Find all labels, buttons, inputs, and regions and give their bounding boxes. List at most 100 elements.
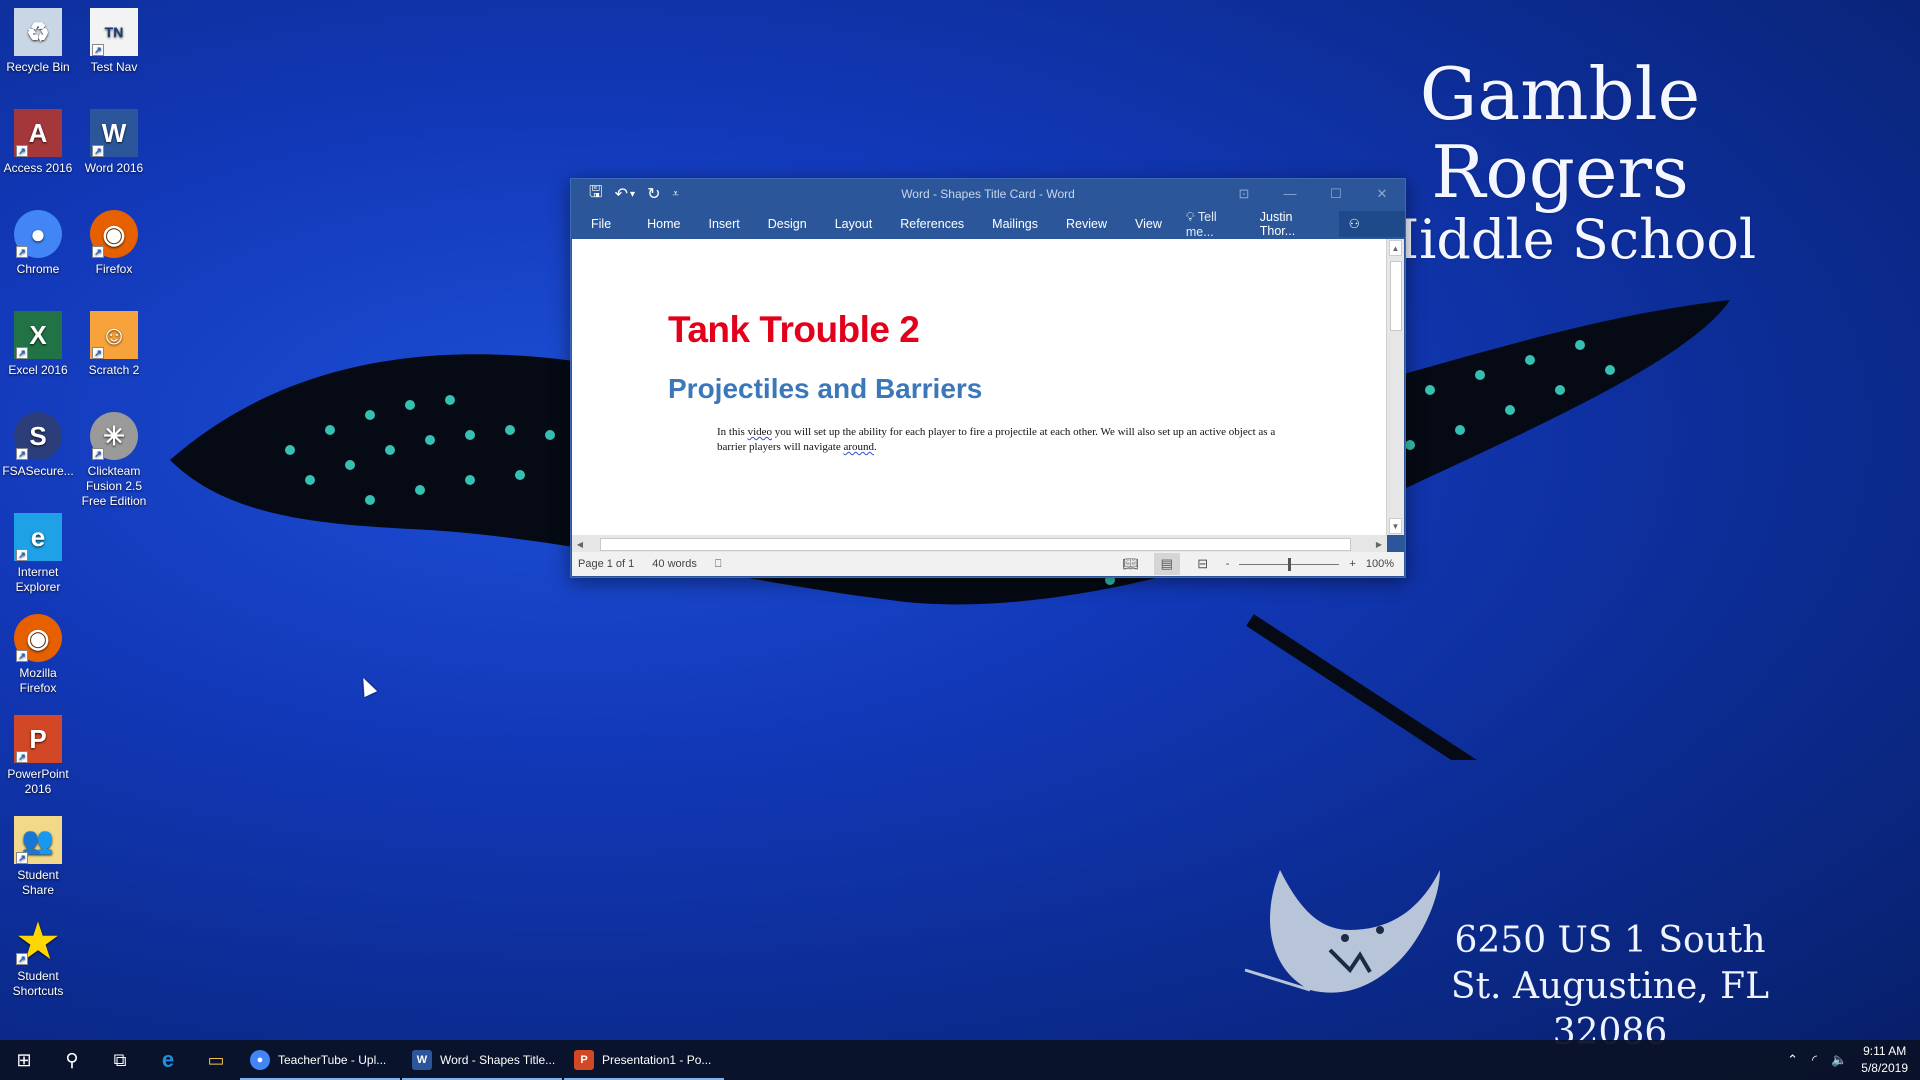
taskbar-apps: ● TeacherTube - Upl... W Word - Shapes Titl… — [240, 1040, 724, 1080]
vertical-scroll-thumb[interactable] — [1390, 261, 1402, 331]
shortcut-arrow-icon: ↗ — [16, 246, 28, 258]
tab-mailings[interactable]: Mailings — [978, 217, 1052, 231]
zoom-out-button[interactable]: - — [1226, 558, 1230, 570]
desktop-icon[interactable]: ✳ ↗ Clickteam Fusion 2.5 Free Edition — [76, 412, 152, 509]
file-explorer-button[interactable]: ▭ — [192, 1040, 240, 1080]
student-share-icon: 👥 ↗ — [14, 816, 62, 864]
page-count[interactable]: Page 1 of 1 — [578, 558, 634, 570]
spelling-flagged-word[interactable]: video — [748, 426, 772, 438]
ribbon-display-options-icon[interactable]: ⊡ — [1221, 179, 1267, 209]
tab-layout[interactable]: Layout — [821, 217, 887, 231]
network-icon[interactable]: ◜ — [1812, 1052, 1817, 1068]
account-user[interactable]: Justin Thor... — [1252, 210, 1337, 238]
access-icon: A ↗ — [14, 109, 62, 157]
desktop-icon[interactable]: X ↗ Excel 2016 — [0, 311, 76, 378]
desktop-icon-label: Recycle Bin — [6, 60, 70, 74]
school-address: 6250 US 1 South St. Augustine, FL 32086 — [1400, 918, 1820, 1056]
shortcut-arrow-icon: ↗ — [92, 44, 104, 56]
show-hidden-icons-chevron-icon[interactable]: ⌃ — [1787, 1052, 1798, 1068]
desktop-icon[interactable]: ☺ ↗ Scratch 2 — [76, 311, 152, 378]
excel-icon: X ↗ — [14, 311, 62, 359]
shortcut-arrow-icon: ↗ — [16, 953, 28, 965]
scroll-right-arrow-icon[interactable]: ▶ — [1371, 540, 1387, 549]
maximize-icon[interactable]: ☐ — [1313, 179, 1359, 209]
window-controls: ⊡ — ☐ ✕ — [1221, 179, 1405, 209]
desktop-icon[interactable]: ◉ ↗ Firefox — [76, 210, 152, 277]
desktop-icon[interactable]: ★ ↗ Student Shortcuts — [0, 917, 76, 999]
share-button[interactable]: ⚇ Share — [1338, 211, 1406, 257]
taskbar: ⊞ ⚲ ⧉ e ▭ ● TeacherTube - Upl... W Word - S… — [0, 1040, 1920, 1080]
tab-insert[interactable]: Insert — [695, 217, 754, 231]
scroll-left-arrow-icon[interactable]: ◀ — [572, 540, 588, 549]
desktop-icon[interactable]: TN ↗ Test Nav — [76, 8, 152, 75]
read-mode-icon[interactable]: 📖︎ — [1118, 553, 1144, 575]
tab-file[interactable]: File — [571, 217, 633, 231]
start-button[interactable]: ⊞ — [0, 1040, 48, 1080]
tab-review[interactable]: Review — [1052, 217, 1121, 231]
tab-design[interactable]: Design — [754, 217, 821, 231]
volume-icon[interactable]: 🔈 — [1831, 1052, 1847, 1068]
search-icon: ⚲ — [65, 1049, 79, 1070]
desktop-icon[interactable]: W ↗ Word 2016 — [76, 109, 152, 176]
taskbar-app-label: Presentation1 - Po... — [602, 1053, 712, 1067]
minimize-icon[interactable]: — — [1267, 179, 1313, 209]
windows-logo-icon: ⊞ — [16, 1049, 32, 1070]
print-layout-icon[interactable]: ▤ — [1153, 553, 1180, 575]
proofing-icon[interactable]: ⎕ — [715, 558, 722, 571]
word-count[interactable]: 40 words — [652, 558, 697, 570]
status-bar: Page 1 of 1 40 words ⎕ 📖︎ ▤ ⊟ - + 100% — [572, 552, 1404, 576]
tell-me-search[interactable]: 💡︎ Tell me... — [1180, 210, 1252, 239]
ribbon-tabs: File Home Insert Design Layout Reference… — [571, 209, 1406, 257]
desktop-icon-label: Chrome — [16, 262, 60, 276]
word-window[interactable]: 🖫 ↶ ▾ ↻ ⩡ Word - Shapes Title Card - Wor… — [570, 178, 1406, 578]
tab-view[interactable]: View — [1121, 217, 1176, 231]
undo-icon[interactable]: ↶ — [615, 184, 628, 204]
task-view-button[interactable]: ⧉ — [96, 1040, 144, 1080]
word-icon: W ↗ — [90, 109, 138, 157]
undo-dropdown-icon[interactable]: ▾ — [630, 189, 635, 200]
desktop-icon[interactable]: ● ↗ Chrome — [0, 210, 76, 277]
save-icon[interactable]: 🖫 — [589, 181, 603, 208]
search-button[interactable]: ⚲ — [48, 1040, 96, 1080]
zoom-level[interactable]: 100% — [1366, 558, 1394, 570]
desktop-icon[interactable]: P ↗ PowerPoint 2016 — [0, 715, 76, 797]
document-subtitle: Projectiles and Barriers — [668, 373, 983, 404]
spelling-flagged-word[interactable]: around — [843, 441, 874, 453]
desktop-icon-label: Internet Explorer — [15, 565, 61, 594]
edge-taskbar-button[interactable]: e — [144, 1040, 192, 1080]
desktop-icon-label: Excel 2016 — [8, 363, 68, 377]
desktop-icon-label: Student Share — [17, 868, 59, 897]
shortcut-arrow-icon: ↗ — [16, 650, 28, 662]
mouse-cursor-icon — [356, 674, 378, 698]
clock[interactable]: 9:11 AM 5/8/2019 — [1861, 1043, 1908, 1077]
taskbar-app-button[interactable]: P Presentation1 - Po... — [564, 1040, 724, 1080]
web-layout-icon[interactable]: ⊟ — [1190, 553, 1216, 575]
desktop-icon[interactable]: ♻ Recycle Bin — [0, 8, 76, 75]
scroll-up-arrow-icon[interactable]: ▲ — [1389, 240, 1402, 256]
zoom-in-button[interactable]: + — [1349, 558, 1355, 570]
horizontal-scroll-thumb[interactable] — [600, 537, 1351, 551]
scroll-down-arrow-icon[interactable]: ▼ — [1389, 518, 1402, 534]
desktop-icon-label: FSASecure... — [2, 464, 74, 478]
tab-references[interactable]: References — [886, 217, 978, 231]
taskbar-app-button[interactable]: W Word - Shapes Title... — [402, 1040, 562, 1080]
desktop-icon[interactable]: e ↗ Internet Explorer — [0, 513, 76, 595]
vertical-scrollbar[interactable]: ▲ ▼ — [1386, 239, 1404, 535]
tab-home[interactable]: Home — [633, 217, 694, 231]
shortcut-arrow-icon: ↗ — [16, 852, 28, 864]
taskbar-app-button[interactable]: ● TeacherTube - Upl... — [240, 1040, 400, 1080]
shortcut-arrow-icon: ↗ — [16, 549, 28, 561]
customize-qat-icon[interactable]: ⩡ — [672, 188, 678, 201]
document-page[interactable]: Tank Trouble 2 Projectiles and Barriers … — [572, 239, 1387, 535]
zoom-slider[interactable] — [1239, 557, 1340, 571]
desktop-icon[interactable]: ◉ ↗ Mozilla Firefox — [0, 614, 76, 696]
close-icon[interactable]: ✕ — [1359, 179, 1405, 209]
title-bar[interactable]: 🖫 ↶ ▾ ↻ ⩡ Word - Shapes Title Card - Wor… — [571, 179, 1405, 209]
redo-icon[interactable]: ↻ — [647, 184, 660, 204]
desktop-icon[interactable]: S ↗ FSASecure... — [0, 412, 76, 479]
desktop-icon[interactable]: 👥 ↗ Student Share — [0, 816, 76, 898]
zoom-slider-handle[interactable] — [1287, 557, 1291, 571]
shortcut-arrow-icon: ↗ — [16, 145, 28, 157]
horizontal-scrollbar[interactable]: ◀ ▶ — [572, 535, 1387, 553]
desktop-icon[interactable]: A ↗ Access 2016 — [0, 109, 76, 176]
